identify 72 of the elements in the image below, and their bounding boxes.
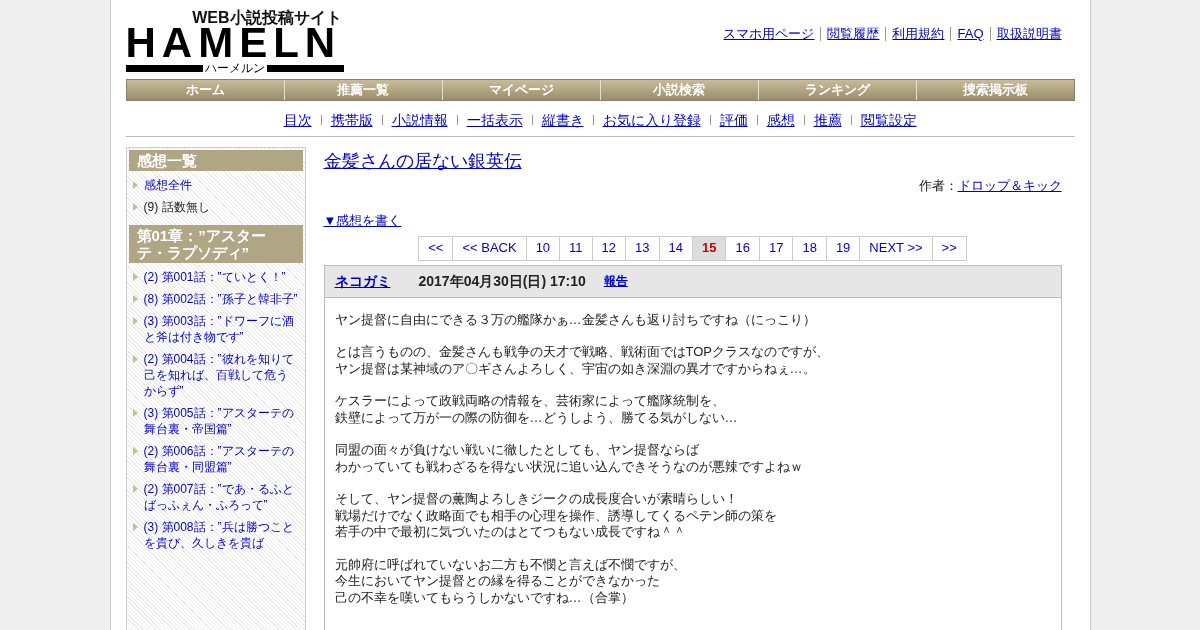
bullet-icon <box>132 180 138 189</box>
comment-line: そして、ヤン提督の薫陶よろしきジークの成長度合いが素晴らしい！ <box>334 491 739 508</box>
page-link[interactable]: 11 <box>560 235 593 261</box>
comment-line: 己の不幸を嘆いてもらうしかないですね…（合掌） <box>334 589 635 606</box>
sidebar-text: (9) 話数無し <box>143 198 210 215</box>
page-link[interactable]: 18 <box>793 235 827 261</box>
header-link[interactable]: FAQ <box>957 24 984 44</box>
comment-line: とは言うものの、金髪さんも戦争の天才で戦略、戦術面ではTOPクラスなのですが、 <box>334 344 830 361</box>
comment-line: 今生においてヤン提督との縁を得ることができなかった <box>334 573 661 590</box>
page-link[interactable]: NEXT >> <box>860 235 933 261</box>
sub-nav-link[interactable]: 目次 <box>283 109 312 130</box>
page-link[interactable]: << <box>419 235 454 261</box>
page-link[interactable]: 14 <box>659 235 693 261</box>
sidebar-link[interactable]: (2) 第007話：”であ・るふとばっふぇん・ふろって” <box>143 480 299 513</box>
sub-nav-link[interactable]: 感想 <box>766 109 795 130</box>
sub-nav-link[interactable]: 一括表示 <box>466 109 523 130</box>
author-link[interactable]: ドロップ＆キック <box>957 175 1062 195</box>
comment-line: ヤン提督は某神域のア〇ギさんよろしく、宇宙の如き深淵の異才ですからねぇ…。 <box>334 360 817 377</box>
page-link[interactable]: 13 <box>626 235 660 261</box>
bullet-icon <box>132 202 138 211</box>
header-link[interactable]: スマホ用ページ <box>723 24 815 44</box>
sidebar-link[interactable]: (3) 第005話：”アスターテの舞台裏・帝国篇” <box>143 404 299 437</box>
sidebar-link[interactable]: (2) 第004話：”彼れを知りて己を知れば、百戦して危うからず” <box>143 350 299 399</box>
bullet-icon <box>132 354 138 363</box>
sub-nav-link[interactable]: 閲覧設定 <box>860 109 917 130</box>
bullet-icon <box>132 294 138 303</box>
sub-nav-link[interactable]: 携帯版 <box>330 109 373 130</box>
bullet-icon <box>132 272 138 281</box>
sidebar-heading: 第01章：”アスターテ・ラプソディ” <box>128 224 303 263</box>
write-comment-link[interactable]: ▼感想を書く <box>323 211 402 231</box>
sidebar-link[interactable]: (2) 第001話：”ていとく！” <box>143 268 286 285</box>
comment-line: 戦場だけでなく政略面でも相手の心理を操作、誘導してくるペテン師の策を <box>334 507 778 524</box>
bullet-icon <box>132 484 138 493</box>
sidebar-link[interactable]: (3) 第003話：”ドワーフに酒と斧は付き物です” <box>143 312 299 345</box>
bullet-icon <box>132 316 138 325</box>
sidebar-heading: 感想一覧 <box>128 149 303 171</box>
page-link[interactable]: >> <box>932 235 967 261</box>
header-link[interactable]: 取扱説明書 <box>996 24 1062 44</box>
sidebar-link[interactable]: 感想全件 <box>143 176 192 193</box>
commenter-link[interactable]: ネコガミ <box>334 270 391 292</box>
author-label: 作者： <box>918 176 958 195</box>
comment-line: ヤン提督に自由にできる３万の艦隊かぁ…金髪さんも返り討ちですね（にっこり） <box>334 311 817 328</box>
bullet-icon <box>132 408 138 417</box>
comment-line: 若手の中で最初に気づいたのはとてつもない成長ですね＾＾ <box>334 524 687 541</box>
sub-nav-link[interactable]: 評価 <box>719 109 748 130</box>
comment-line: 元帥府に呼ばれていないお二方も不憫と言えば不憫ですが、 <box>334 556 687 573</box>
sidebar-link[interactable]: (8) 第002話：”孫子と韓非子” <box>143 290 298 307</box>
sub-nav-link[interactable]: お気に入り登録 <box>602 109 701 130</box>
comment-line: 鉄壁によって万が一の際の防御を…どうしよう、勝てる気がしない… <box>334 409 739 426</box>
bullet-icon <box>132 522 138 531</box>
sidebar-link[interactable]: (3) 第008話：”兵は勝つことを貴び、久しきを貴ば <box>143 518 299 551</box>
page-link[interactable]: 15 <box>693 235 727 261</box>
header-link[interactable]: 閲覧履歴 <box>827 24 880 44</box>
report-link[interactable]: 報告 <box>603 272 628 290</box>
comment-line: ケスラーによって政戦両略の情報を、芸術家によって艦隊統制を、 <box>334 393 726 410</box>
page-link[interactable]: 19 <box>826 235 861 261</box>
sub-nav-link[interactable]: 推薦 <box>813 109 842 130</box>
page-link[interactable]: 17 <box>759 235 794 261</box>
novel-title[interactable]: 金髪さんの居ない銀英伝 <box>323 147 522 175</box>
bullet-icon <box>132 446 138 455</box>
header-link[interactable]: 利用規約 <box>892 24 945 44</box>
sub-nav-link[interactable]: 縦書き <box>541 109 584 130</box>
comment-line: 同盟の面々が負けない戦いに徹したとしても、ヤン提督ならば <box>334 442 700 459</box>
sub-nav-link[interactable]: 小説情報 <box>391 109 448 130</box>
comment-line: わかっていても戦わざるを得ない状況に追い込んできそうなのが悪辣ですよねｗ <box>334 458 804 475</box>
logo-reading: ハーメルン <box>204 62 265 74</box>
comment-date: 2017年04月30日(日) 17:10 <box>418 271 586 291</box>
page-link[interactable]: << BACK <box>453 235 527 261</box>
sidebar-link[interactable]: (2) 第006話：”アスターテの舞台裏・同盟篇” <box>143 442 299 475</box>
page-link[interactable]: 10 <box>526 235 561 261</box>
page-link[interactable]: 12 <box>592 235 627 261</box>
page-link[interactable]: 16 <box>726 235 760 261</box>
